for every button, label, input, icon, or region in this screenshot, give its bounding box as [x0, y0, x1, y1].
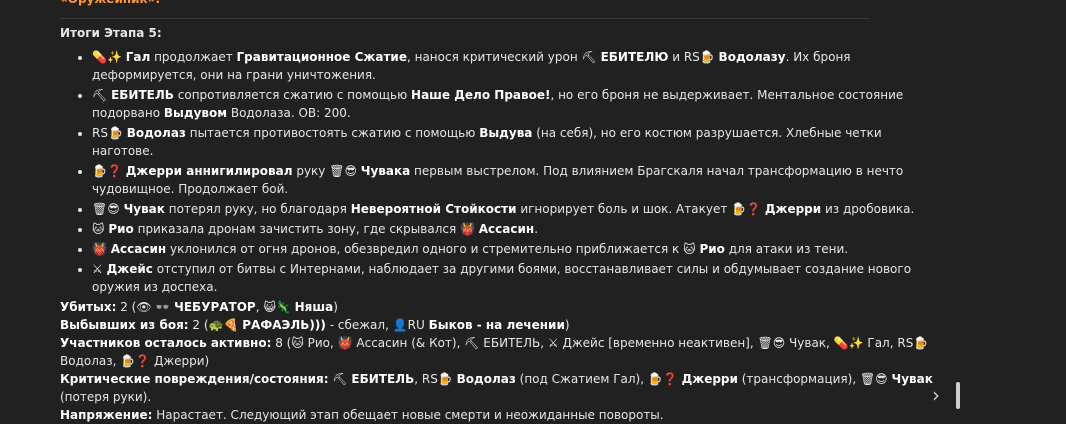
list-item: 💊✨ Гал продолжает Гравитационное Сжатие,…	[92, 48, 940, 84]
text: 🍺❓	[92, 164, 126, 178]
bold-text: Гравитационное Сжатие	[236, 50, 407, 64]
text: (трансформация), 🗑😎	[737, 372, 892, 386]
bold-text: Ассасин	[110, 242, 167, 256]
bold-text: ЕБИТЕЛЬ	[351, 372, 415, 386]
bold-text: ЧЕБУРАТОР	[174, 300, 256, 314]
text: для атаки из тени.	[724, 242, 849, 256]
bold-text: Водолаз	[456, 372, 516, 386]
list-item: 🐱 Рио приказала дронам зачистить зону, г…	[92, 220, 940, 238]
text: , нанося критический урон ⛏	[406, 50, 601, 64]
message-content: Итоги Этапа 5: 💊✨ Гал продолжает Гравита…	[60, 24, 940, 424]
list-item: ⛏ ЕБИТЕЛЬ сопротивляется сжатию с помощь…	[92, 86, 940, 122]
bold-text: Няша	[294, 300, 334, 314]
list-item: 👹 Ассасин уклонился от огня дронов, обез…	[92, 240, 940, 258]
bold-text: Участников осталось активно:	[60, 336, 272, 350]
bold-text: Быков - на лечении	[428, 318, 565, 332]
bold-text: Выбывших из боя:	[60, 318, 189, 332]
text: Нарастает. Следующий этап обещает новые …	[152, 408, 664, 422]
text: 💊✨	[92, 50, 126, 64]
scrollbar[interactable]	[956, 382, 960, 409]
text: продолжает	[150, 50, 237, 64]
text: 2 (🐢🍕	[188, 318, 243, 332]
bold-text: Чувака	[360, 164, 411, 178]
bold-text: Рио	[699, 242, 725, 256]
text: ⛏	[92, 88, 112, 102]
text: приказала дронам зачистить зону, где скр…	[133, 222, 479, 236]
bold-text: Джерри аннигилировал	[125, 164, 293, 178]
bold-text: Критические повреждения/состояния:	[60, 372, 329, 386]
text: руку 🗑😎	[292, 164, 361, 178]
text: (под Сжатием Гал), 🍺❓	[515, 372, 682, 386]
text: 2 (	[116, 300, 137, 314]
text: 🐱	[92, 222, 109, 236]
text: и RS🍺	[668, 50, 719, 64]
chevron-right-icon[interactable]: ›	[932, 385, 950, 405]
divider	[60, 18, 870, 19]
bold-text: Выдувом	[163, 106, 228, 120]
summary-line: Выбывших из боя: 2 (🐢🍕 РАФАЭЛЬ))) - сбеж…	[60, 316, 940, 334]
bold-text: Джерри	[764, 202, 822, 216]
events-list: 💊✨ Гал продолжает Гравитационное Сжатие,…	[60, 48, 940, 296]
text: , 😺🦎	[255, 300, 295, 314]
text: игнорирует боль и шок. Атакует 🍺❓	[516, 202, 765, 216]
text: )	[333, 300, 338, 314]
bold-text: ЕБИТЕЛЮ	[600, 50, 669, 64]
text: )	[564, 318, 570, 332]
bold-text: Водолазу	[718, 50, 786, 64]
text: сопротивляется сжатию с помощью	[173, 88, 412, 102]
bold-text: Чувак	[891, 372, 933, 386]
summary-line: Критические повреждения/состояния: ⛏ ЕБИ…	[60, 370, 940, 406]
bold-text: Убитых:	[60, 300, 117, 314]
text: 👹	[92, 242, 111, 256]
summary-line: Убитых: 2 (👁 👓 ЧЕБУРАТОР, 😺🦎 Няша)	[60, 298, 940, 316]
list-item: ⚔ Джейс отступил от битвы с Интернами, н…	[92, 260, 940, 296]
text: из дробовика.	[821, 202, 915, 216]
text: , RS🍺	[414, 372, 457, 386]
bold-text: Рио	[108, 222, 134, 236]
text: .	[534, 222, 539, 236]
text: отступил от битвы с Интернами, наблюдает…	[92, 262, 912, 294]
text: пытается противостоять сжатию с помощью	[185, 126, 480, 140]
text: (потеря руки).	[60, 390, 152, 404]
list-item: 🗑😎 Чувак потерял руку, но благодаря Неве…	[92, 200, 940, 218]
summary-line: Участников осталось активно: 8 (🐱 Рио, 👹…	[60, 334, 940, 370]
text: 👁 👓	[136, 300, 175, 314]
text: Водолаза. ОВ: 200.	[227, 106, 351, 120]
text: уклонился от огня дронов, обезвредил одн…	[166, 242, 700, 256]
list-item: RS🍺 Водолаз пытается противостоять сжати…	[92, 124, 940, 160]
list-item: 🍺❓ Джерри аннигилировал руку 🗑😎 Чувака п…	[92, 162, 940, 198]
text: потерял руку, но благодаря	[164, 202, 351, 216]
bold-text: Напряжение:	[60, 408, 153, 422]
text: RS🍺	[92, 126, 127, 140]
previous-text-fragment: «Оружейник».	[60, 0, 160, 8]
bold-text: Наше Дело Правое!	[411, 88, 551, 102]
text: 🗑😎	[92, 202, 124, 216]
bold-text: Выдува	[479, 126, 533, 140]
bold-text: Ассасин	[478, 222, 535, 236]
section-title: Итоги Этапа 5:	[60, 26, 162, 40]
bold-text: Чувак	[123, 202, 165, 216]
text: - сбежал, 👤RU	[325, 318, 429, 332]
summary-block: Убитых: 2 (👁 👓 ЧЕБУРАТОР, 😺🦎 Няша) Выбывш…	[60, 298, 940, 424]
text: ⛏	[328, 372, 352, 386]
bold-text: Джерри	[681, 372, 738, 386]
bold-text: Водолаз	[126, 126, 186, 140]
bold-text: РАФАЭЛЬ)))	[242, 318, 326, 332]
text: ⚔	[92, 262, 107, 276]
bold-text: Джейс	[106, 262, 153, 276]
bold-text: ЕБИТЕЛЬ	[111, 88, 174, 102]
bold-text: Гал	[125, 50, 151, 64]
bold-text: Невероятной Стойкости	[350, 202, 517, 216]
